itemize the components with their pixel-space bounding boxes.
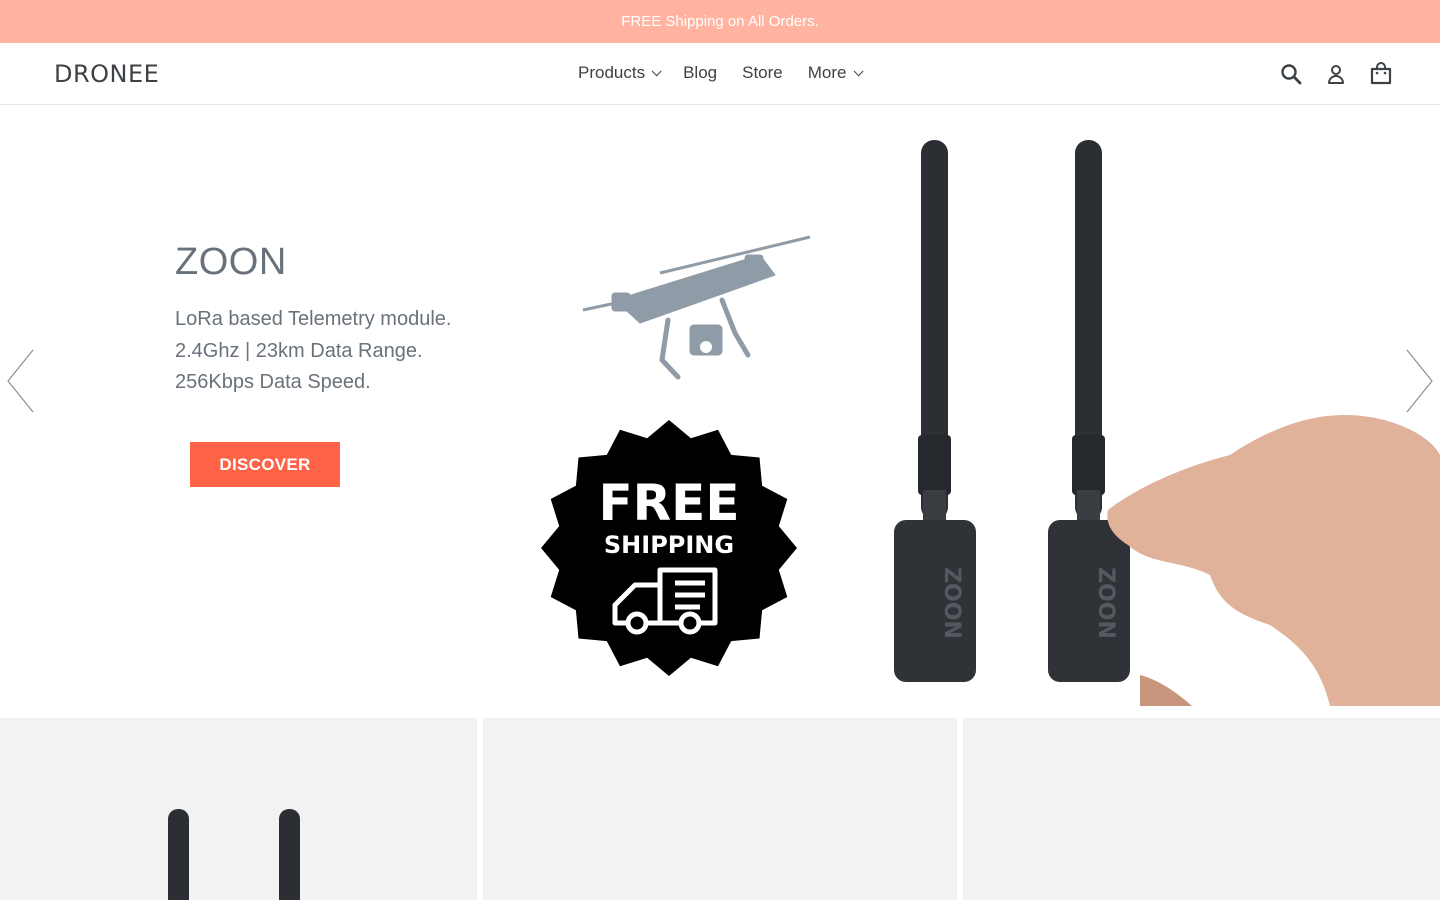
nav-item-products[interactable]: Products — [578, 63, 662, 83]
featured-products — [0, 718, 1440, 900]
hand-image — [1107, 415, 1440, 706]
nav-item-store[interactable]: Store — [742, 63, 783, 83]
cart-button[interactable] — [1368, 61, 1394, 87]
hero-title: ZOON — [175, 241, 287, 283]
free-shipping-badge: FREE SHIPPING — [541, 420, 797, 676]
device-label-left: ZOON — [939, 567, 964, 639]
zoon-device-left: ZOON — [894, 140, 976, 682]
hero-image: FREE SHIPPING ZOON ZOON — [541, 140, 1440, 706]
account-icon — [1328, 65, 1344, 84]
search-button[interactable] — [1278, 61, 1304, 87]
header-icons — [1259, 61, 1394, 87]
hero-subtitle-line: 256Kbps Data Speed. — [175, 371, 371, 393]
nav-item-label: Store — [742, 63, 783, 82]
chevron-right-icon — [1406, 349, 1433, 413]
nav-item-blog[interactable]: Blog — [683, 63, 717, 83]
main-nav: Products Blog Store More — [578, 63, 885, 83]
product-card[interactable] — [0, 718, 477, 900]
product-card[interactable] — [483, 718, 957, 900]
hero-subtitle-line: 2.4Ghz | 23km Data Range. — [175, 339, 423, 362]
badge-text-free: FREE — [599, 474, 740, 532]
zoon-device-right: ZOON — [1048, 140, 1130, 682]
chevron-left-icon — [7, 349, 34, 413]
product-image — [168, 809, 300, 900]
hero-text-block: ZOON LoRa based Telemetry module. 2.4Ghz… — [175, 241, 515, 399]
slideshow-next-button[interactable] — [1404, 348, 1434, 414]
cart-icon — [1370, 62, 1392, 85]
nav-item-more[interactable]: More — [807, 63, 864, 83]
chevron-down-icon — [853, 65, 864, 76]
search-icon — [1281, 64, 1302, 85]
announcement-text: FREE Shipping on All Orders. — [621, 13, 819, 30]
discover-button[interactable]: DISCOVER — [190, 442, 340, 487]
site-logo[interactable]: DRONEE — [54, 60, 159, 88]
hero-subtitle-line: LoRa based Telemetry module. — [175, 308, 452, 330]
drone-illustration — [582, 235, 811, 380]
announcement-bar: FREE Shipping on All Orders. — [0, 0, 1440, 43]
device-label-right: ZOON — [1093, 567, 1118, 639]
product-card[interactable] — [963, 718, 1440, 900]
site-header: DRONEE Products Blog Store More — [0, 43, 1440, 105]
account-button[interactable] — [1323, 61, 1349, 87]
badge-text-shipping: SHIPPING — [604, 531, 734, 559]
nav-item-label: More — [807, 63, 847, 82]
hero-slideshow: FREE SHIPPING ZOON ZOON ZOON LoRa based … — [0, 105, 1440, 706]
nav-item-label: Products — [578, 63, 646, 82]
chevron-down-icon — [651, 65, 662, 76]
nav-item-label: Blog — [683, 63, 718, 82]
hero-subtitle: LoRa based Telemetry module. 2.4Ghz | 23… — [175, 304, 515, 399]
slideshow-prev-button[interactable] — [6, 348, 36, 414]
